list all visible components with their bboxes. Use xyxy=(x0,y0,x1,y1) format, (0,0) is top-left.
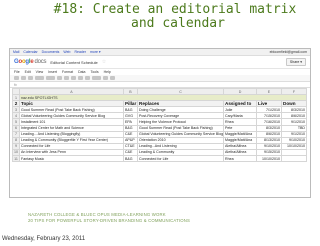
slide-title-line-1: #18: Create an editorial matrix xyxy=(53,2,297,17)
fill-color-icon[interactable] xyxy=(78,76,83,80)
menu-edit[interactable]: Edit xyxy=(25,70,31,74)
table-cell[interactable]: Connected for Life xyxy=(137,155,224,163)
slide-date: Wednesday, February 23, 2011 xyxy=(2,236,86,242)
share-button[interactable]: Share ▾ xyxy=(285,58,306,66)
table-row: 11 Fantasy Music B&G Connected for Life Rhea… xyxy=(12,155,307,163)
insert-formula-icon[interactable] xyxy=(110,76,115,80)
google-docs-logo[interactable]: Googledocs xyxy=(14,59,47,65)
menu-file[interactable]: File xyxy=(14,70,20,74)
slide-footer: NAZARETH COLLEGE & BLUEC OPUS MEDIA-LEAR… xyxy=(28,212,190,224)
align-icon[interactable] xyxy=(92,76,101,80)
slide-title: #18: Create an editorial matrix and cale… xyxy=(0,3,320,31)
strikethrough-icon[interactable] xyxy=(64,76,69,80)
footer-line-2: 20 TIPS FOR POWERFUL STORY-DRIVEN BRANDI… xyxy=(28,218,190,223)
font-size-icon[interactable] xyxy=(46,76,55,80)
table-cell[interactable]: B&G xyxy=(123,155,138,163)
google-link-documents[interactable]: Documents xyxy=(42,50,60,54)
spreadsheet-grid: A B C D E F 1 naz.edu SPOTLIGHTS 2 Topic… xyxy=(12,87,307,163)
slide-title-line-2: and calendar xyxy=(131,16,225,31)
undo-icon[interactable] xyxy=(21,76,26,80)
table-cell[interactable]: 10/10/2010 xyxy=(256,155,282,163)
fx-label: fx xyxy=(14,82,17,87)
google-link-web[interactable]: Web xyxy=(63,50,70,54)
menu-view[interactable]: View xyxy=(36,70,44,74)
table-cell[interactable] xyxy=(281,155,307,163)
wrap-icon[interactable] xyxy=(103,76,108,80)
redo-icon[interactable] xyxy=(28,76,33,80)
row-number[interactable]: 11 xyxy=(12,155,20,163)
document-title[interactable]: Editorial Content Schedule xyxy=(50,60,97,65)
google-link-calendar[interactable]: Calendar xyxy=(23,50,37,54)
table-cell[interactable]: Rhea xyxy=(223,155,257,163)
google-link-mail[interactable]: Mail xyxy=(13,50,19,54)
print-icon[interactable] xyxy=(14,76,19,80)
google-link-more[interactable]: more ▾ xyxy=(90,50,101,54)
account-email[interactable]: ebloomfield@gmail.com xyxy=(270,50,307,54)
spreadsheet-screenshot: Mail Calendar Documents Web Reader more … xyxy=(9,48,311,198)
menu-help[interactable]: Help xyxy=(104,70,111,74)
bold-icon[interactable] xyxy=(57,76,62,80)
docs-header: Googledocs Editorial Content Schedule ☆ … xyxy=(10,56,310,69)
format-number-icon[interactable] xyxy=(35,76,44,80)
google-bar: Mail Calendar Documents Web Reader more … xyxy=(10,49,310,56)
google-link-reader[interactable]: Reader xyxy=(74,50,85,54)
menu-insert[interactable]: Insert xyxy=(48,70,57,74)
menu-tools[interactable]: Tools xyxy=(90,70,98,74)
menu-data[interactable]: Data xyxy=(78,70,85,74)
star-icon[interactable]: ☆ xyxy=(102,59,106,65)
toolbar xyxy=(10,75,310,82)
menu-format[interactable]: Format xyxy=(62,70,73,74)
text-color-icon[interactable] xyxy=(71,76,76,80)
table-cell[interactable]: Fantasy Music xyxy=(19,155,124,163)
borders-icon[interactable] xyxy=(85,76,90,80)
